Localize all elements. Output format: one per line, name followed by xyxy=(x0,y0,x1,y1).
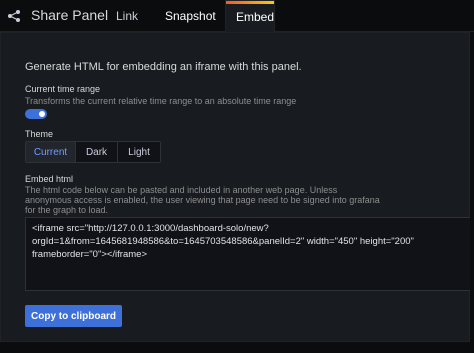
embed-html-textarea[interactable]: <iframe src="http://127.0.0.1:3000/dashb… xyxy=(25,217,471,291)
time-range-label: Current time range xyxy=(25,84,101,94)
copy-to-clipboard-button[interactable]: Copy to clipboard xyxy=(25,305,122,327)
embed-html-description-line: anonymous access is enabled, the user vi… xyxy=(25,195,380,205)
embed-intro-text: Generate HTML for embedding an iframe wi… xyxy=(25,61,302,73)
modal-title: Share Panel xyxy=(31,7,109,23)
theme-option-dark[interactable]: Dark xyxy=(76,142,118,162)
tab-link[interactable]: Link xyxy=(116,9,138,23)
tab-snapshot[interactable]: Snapshot xyxy=(165,9,216,23)
theme-option-light[interactable]: Light xyxy=(118,142,160,162)
code-line: <iframe src="http://127.0.0.1:3000/dashb… xyxy=(32,223,269,234)
theme-radio-group: Current Dark Light xyxy=(25,141,161,163)
toggle-knob xyxy=(39,111,45,117)
modal-header: Share Panel Link Snapshot Embed xyxy=(0,0,474,33)
theme-label: Theme xyxy=(25,129,54,139)
time-range-toggle[interactable] xyxy=(25,109,47,119)
embed-html-label: Embed html xyxy=(25,174,74,184)
tab-embed[interactable]: Embed xyxy=(225,0,275,33)
active-tab-indicator xyxy=(226,1,274,4)
code-line: orgId=1&from=1645681948586&to=1645703548… xyxy=(32,236,414,247)
tab-embed-label: Embed xyxy=(236,10,275,24)
modal-edge xyxy=(470,32,474,353)
theme-option-current[interactable]: Current xyxy=(26,142,76,162)
share-icon xyxy=(8,10,20,22)
embed-panel: Generate HTML for embedding an iframe wi… xyxy=(0,32,471,342)
embed-html-description-line: for the graph to load. xyxy=(25,205,109,215)
time-range-description: Transforms the current relative time ran… xyxy=(25,96,297,106)
code-line: frameborder="0"></iframe> xyxy=(32,249,147,260)
embed-html-description-line: The html code below can be pasted and in… xyxy=(25,185,338,195)
